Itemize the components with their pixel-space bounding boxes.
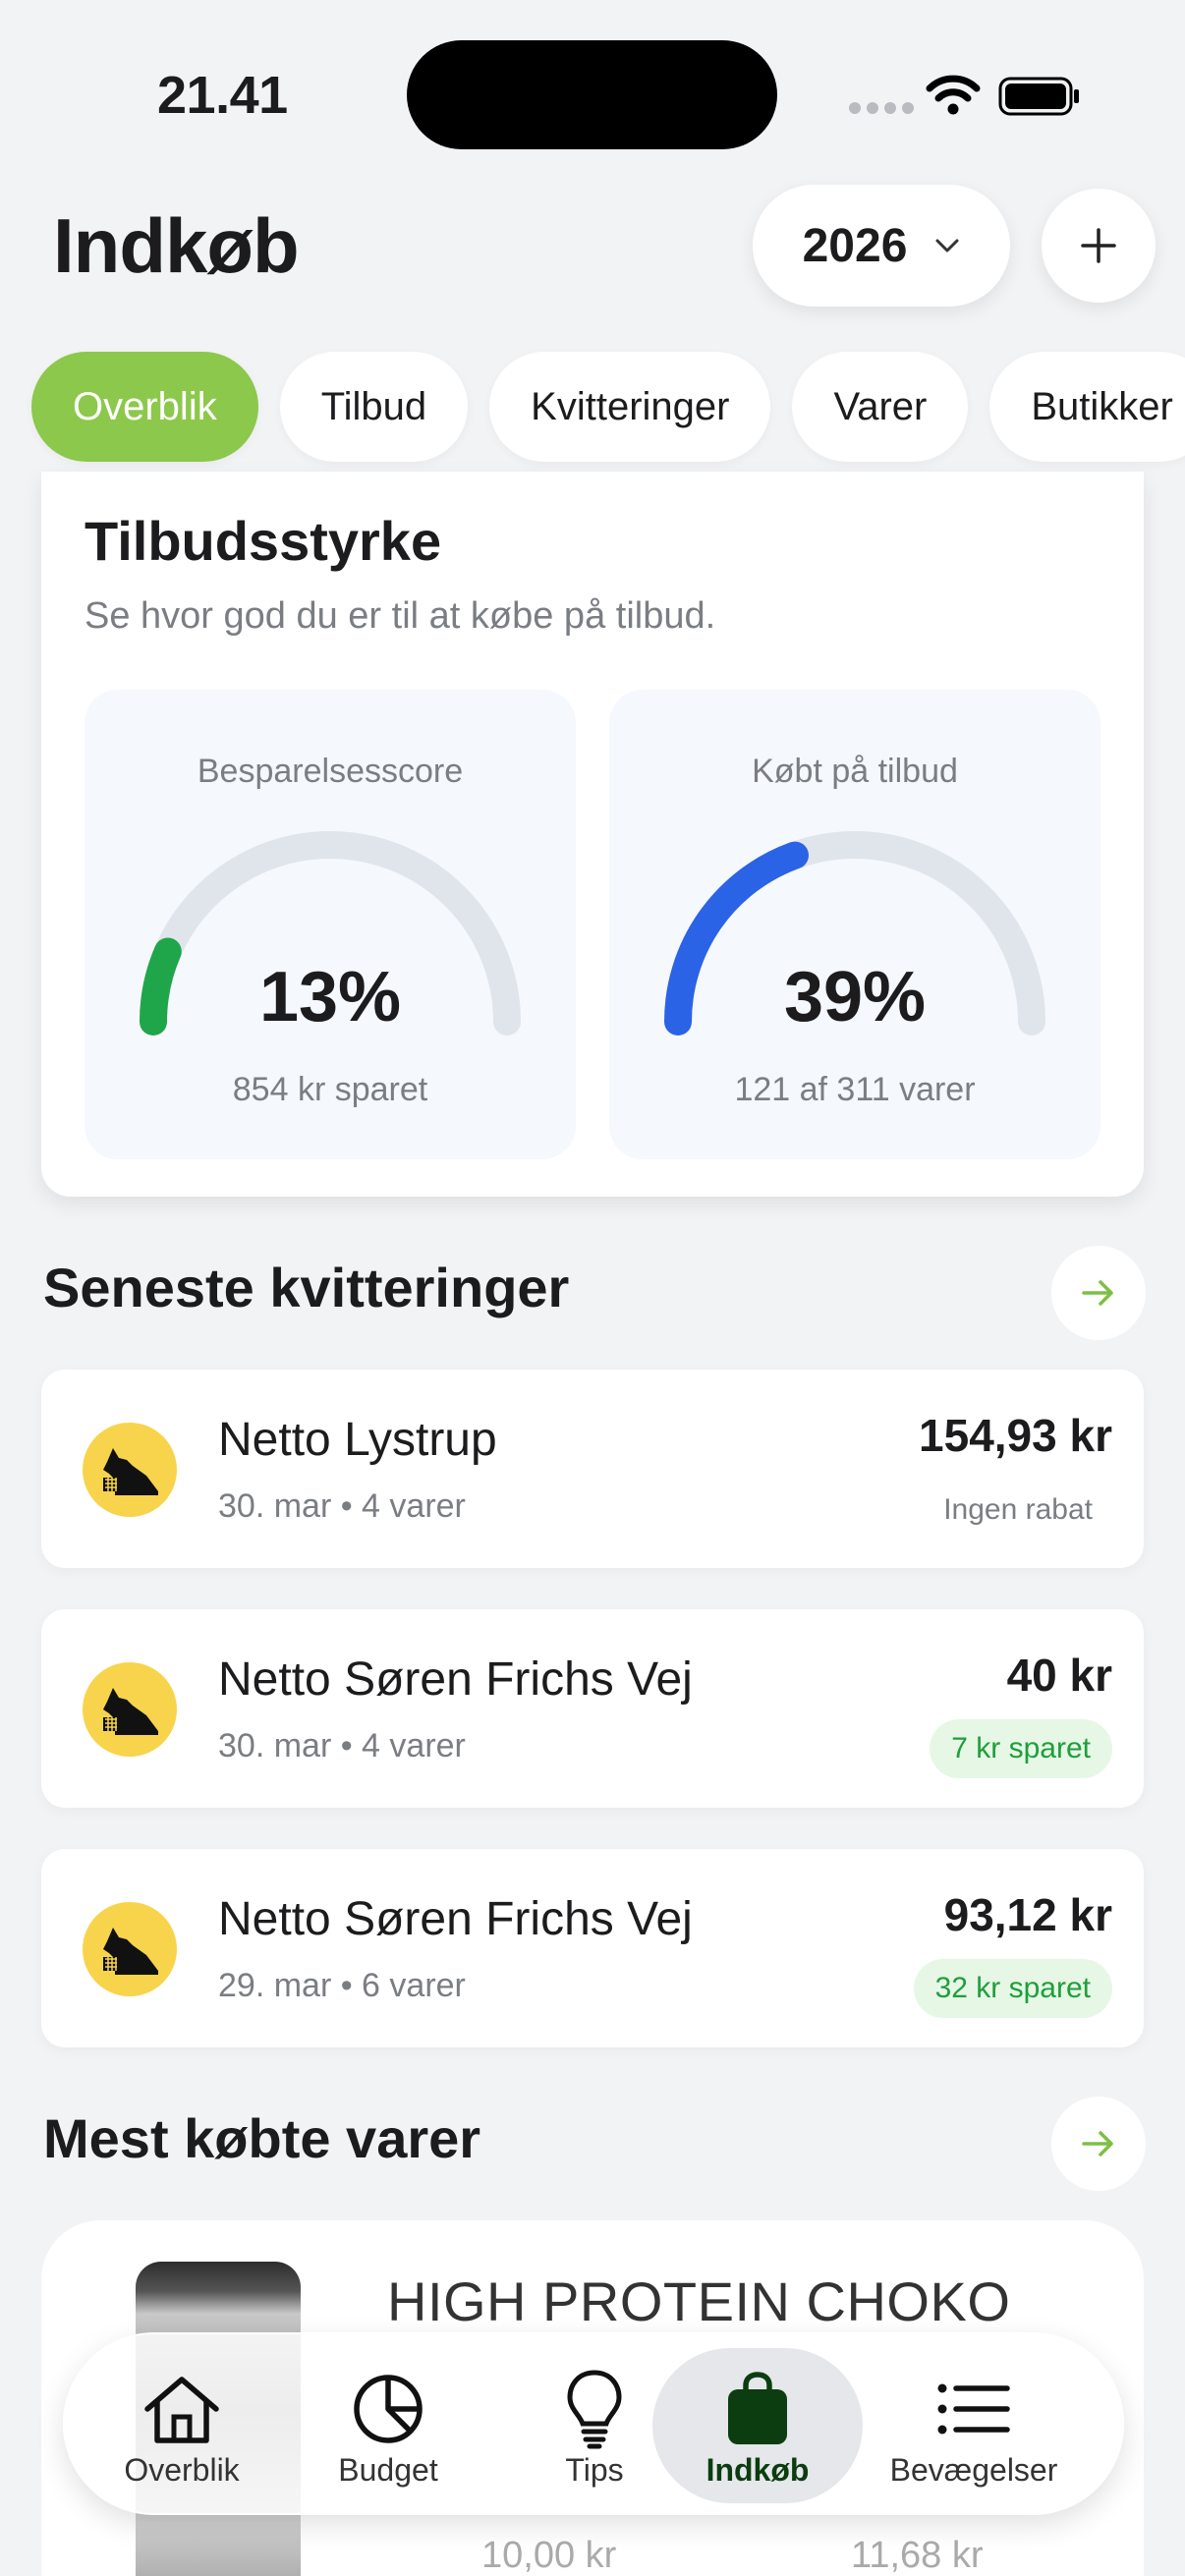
- gauge-caption: 854 kr sparet: [232, 1071, 428, 1108]
- battery-icon: [998, 77, 1079, 116]
- gauge-value: 39%: [783, 958, 927, 1036]
- netto-dog-icon: [103, 1688, 158, 1735]
- tab-butikker[interactable]: Butikker: [989, 352, 1185, 462]
- lightbulb-icon: [567, 2370, 622, 2449]
- receipt-card[interactable]: Netto Lystrup 30. mar • 4 varer 154,93 k…: [41, 1370, 1144, 1568]
- cellular-signal-icon: [849, 102, 914, 114]
- offer-strength-card: Tilbudsstyrke Se hvor god du er til at k…: [41, 472, 1144, 1197]
- gauge-label: Købt på tilbud: [752, 753, 958, 790]
- nav-label: Tips: [565, 2452, 624, 2488]
- wifi-icon: [926, 75, 981, 115]
- receipt-meta: 30. mar • 4 varer: [218, 1487, 466, 1525]
- netto-logo: [83, 1902, 177, 1996]
- nav-item-bevaegelser[interactable]: Bevægelser: [869, 2348, 1079, 2503]
- year-select[interactable]: 2026: [753, 185, 1010, 307]
- status-time: 21.41: [157, 66, 288, 125]
- arrow-right-icon: [1082, 2131, 1113, 2156]
- tab-varer[interactable]: Varer: [792, 352, 969, 462]
- plus-icon: [1081, 228, 1116, 263]
- receipt-meta: 30. mar • 4 varer: [218, 1727, 466, 1764]
- bottom-nav: Overblik Budget Tips Indkøb Bevægelser: [63, 2332, 1124, 2515]
- receipt-amount: 154,93 kr: [919, 1410, 1112, 1461]
- nav-item-budget[interactable]: Budget: [283, 2348, 493, 2503]
- nav-item-indkob[interactable]: Indkøb: [652, 2348, 863, 2503]
- gauge-caption: 121 af 311 varer: [734, 1071, 976, 1108]
- card-subtitle: Se hvor god du er til at købe på tilbud.: [85, 595, 716, 637]
- receipt-amount: 40 kr: [1006, 1650, 1112, 1701]
- list-icon: [937, 2383, 1010, 2435]
- chevron-down-icon: [935, 239, 959, 252]
- nav-item-overblik[interactable]: Overblik: [77, 2348, 287, 2503]
- netto-dog-icon: [103, 1928, 158, 1975]
- nav-label: Budget: [338, 2452, 438, 2488]
- netto-dog-icon: [103, 1448, 158, 1495]
- nav-label: Indkøb: [705, 2452, 810, 2488]
- saved-badge: 7 kr sparet: [930, 1719, 1112, 1778]
- shopping-bag-icon: [728, 2372, 787, 2444]
- store-name: Netto Søren Frichs Vej: [218, 1653, 693, 1706]
- product-price: 11,68 kr: [851, 2535, 984, 2576]
- gauge-value: 13%: [258, 958, 402, 1036]
- store-name: Netto Søren Frichs Vej: [218, 1893, 693, 1945]
- dynamic-island: [407, 40, 777, 149]
- card-title: Tilbudsstyrke: [85, 510, 442, 572]
- arrow-right-icon: [1082, 1280, 1113, 1306]
- tab-kvitteringer[interactable]: Kvitteringer: [489, 352, 771, 462]
- netto-logo: [83, 1662, 177, 1757]
- receipts-more-button[interactable]: [1051, 1246, 1146, 1340]
- product-price: 10,00 kr: [481, 2535, 617, 2576]
- nav-label: Bevægelser: [889, 2452, 1058, 2488]
- home-icon: [144, 2377, 219, 2443]
- receipt-discount-note: Ingen rabat: [943, 1493, 1093, 1526]
- gauge-label: Besparelsesscore: [197, 753, 464, 790]
- netto-logo: [83, 1423, 177, 1517]
- most-bought-more-button[interactable]: [1051, 2097, 1146, 2191]
- bought-on-offer-gauge: Købt på tilbud 39% 121 af 311 varer: [609, 690, 1100, 1159]
- tab-bar: Overblik Tilbud Kvitteringer Varer Butik…: [31, 352, 1185, 462]
- status-bar: 21.41: [0, 0, 1185, 187]
- tab-overblik[interactable]: Overblik: [31, 352, 258, 462]
- saved-badge: 32 kr sparet: [913, 1959, 1112, 2018]
- section-title-receipts: Seneste kvitteringer: [43, 1257, 570, 1318]
- pie-chart-icon: [354, 2375, 423, 2443]
- receipt-card[interactable]: Netto Søren Frichs Vej 30. mar • 4 varer…: [41, 1609, 1144, 1808]
- nav-label: Overblik: [124, 2452, 240, 2488]
- product-name: HIGH PROTEIN CHOKO: [387, 2270, 1011, 2332]
- add-button[interactable]: [1042, 189, 1156, 303]
- store-name: Netto Lystrup: [218, 1414, 497, 1466]
- page-title: Indkøb: [53, 202, 300, 289]
- year-value: 2026: [802, 219, 908, 272]
- receipt-card[interactable]: Netto Søren Frichs Vej 29. mar • 6 varer…: [41, 1849, 1144, 2047]
- savings-score-gauge: Besparelsesscore 13% 854 kr sparet: [85, 690, 576, 1159]
- receipt-meta: 29. mar • 6 varer: [218, 1967, 466, 2004]
- receipt-amount: 93,12 kr: [943, 1889, 1112, 1940]
- tab-tilbud[interactable]: Tilbud: [279, 352, 469, 462]
- section-title-most-bought: Mest købte varer: [43, 2107, 481, 2169]
